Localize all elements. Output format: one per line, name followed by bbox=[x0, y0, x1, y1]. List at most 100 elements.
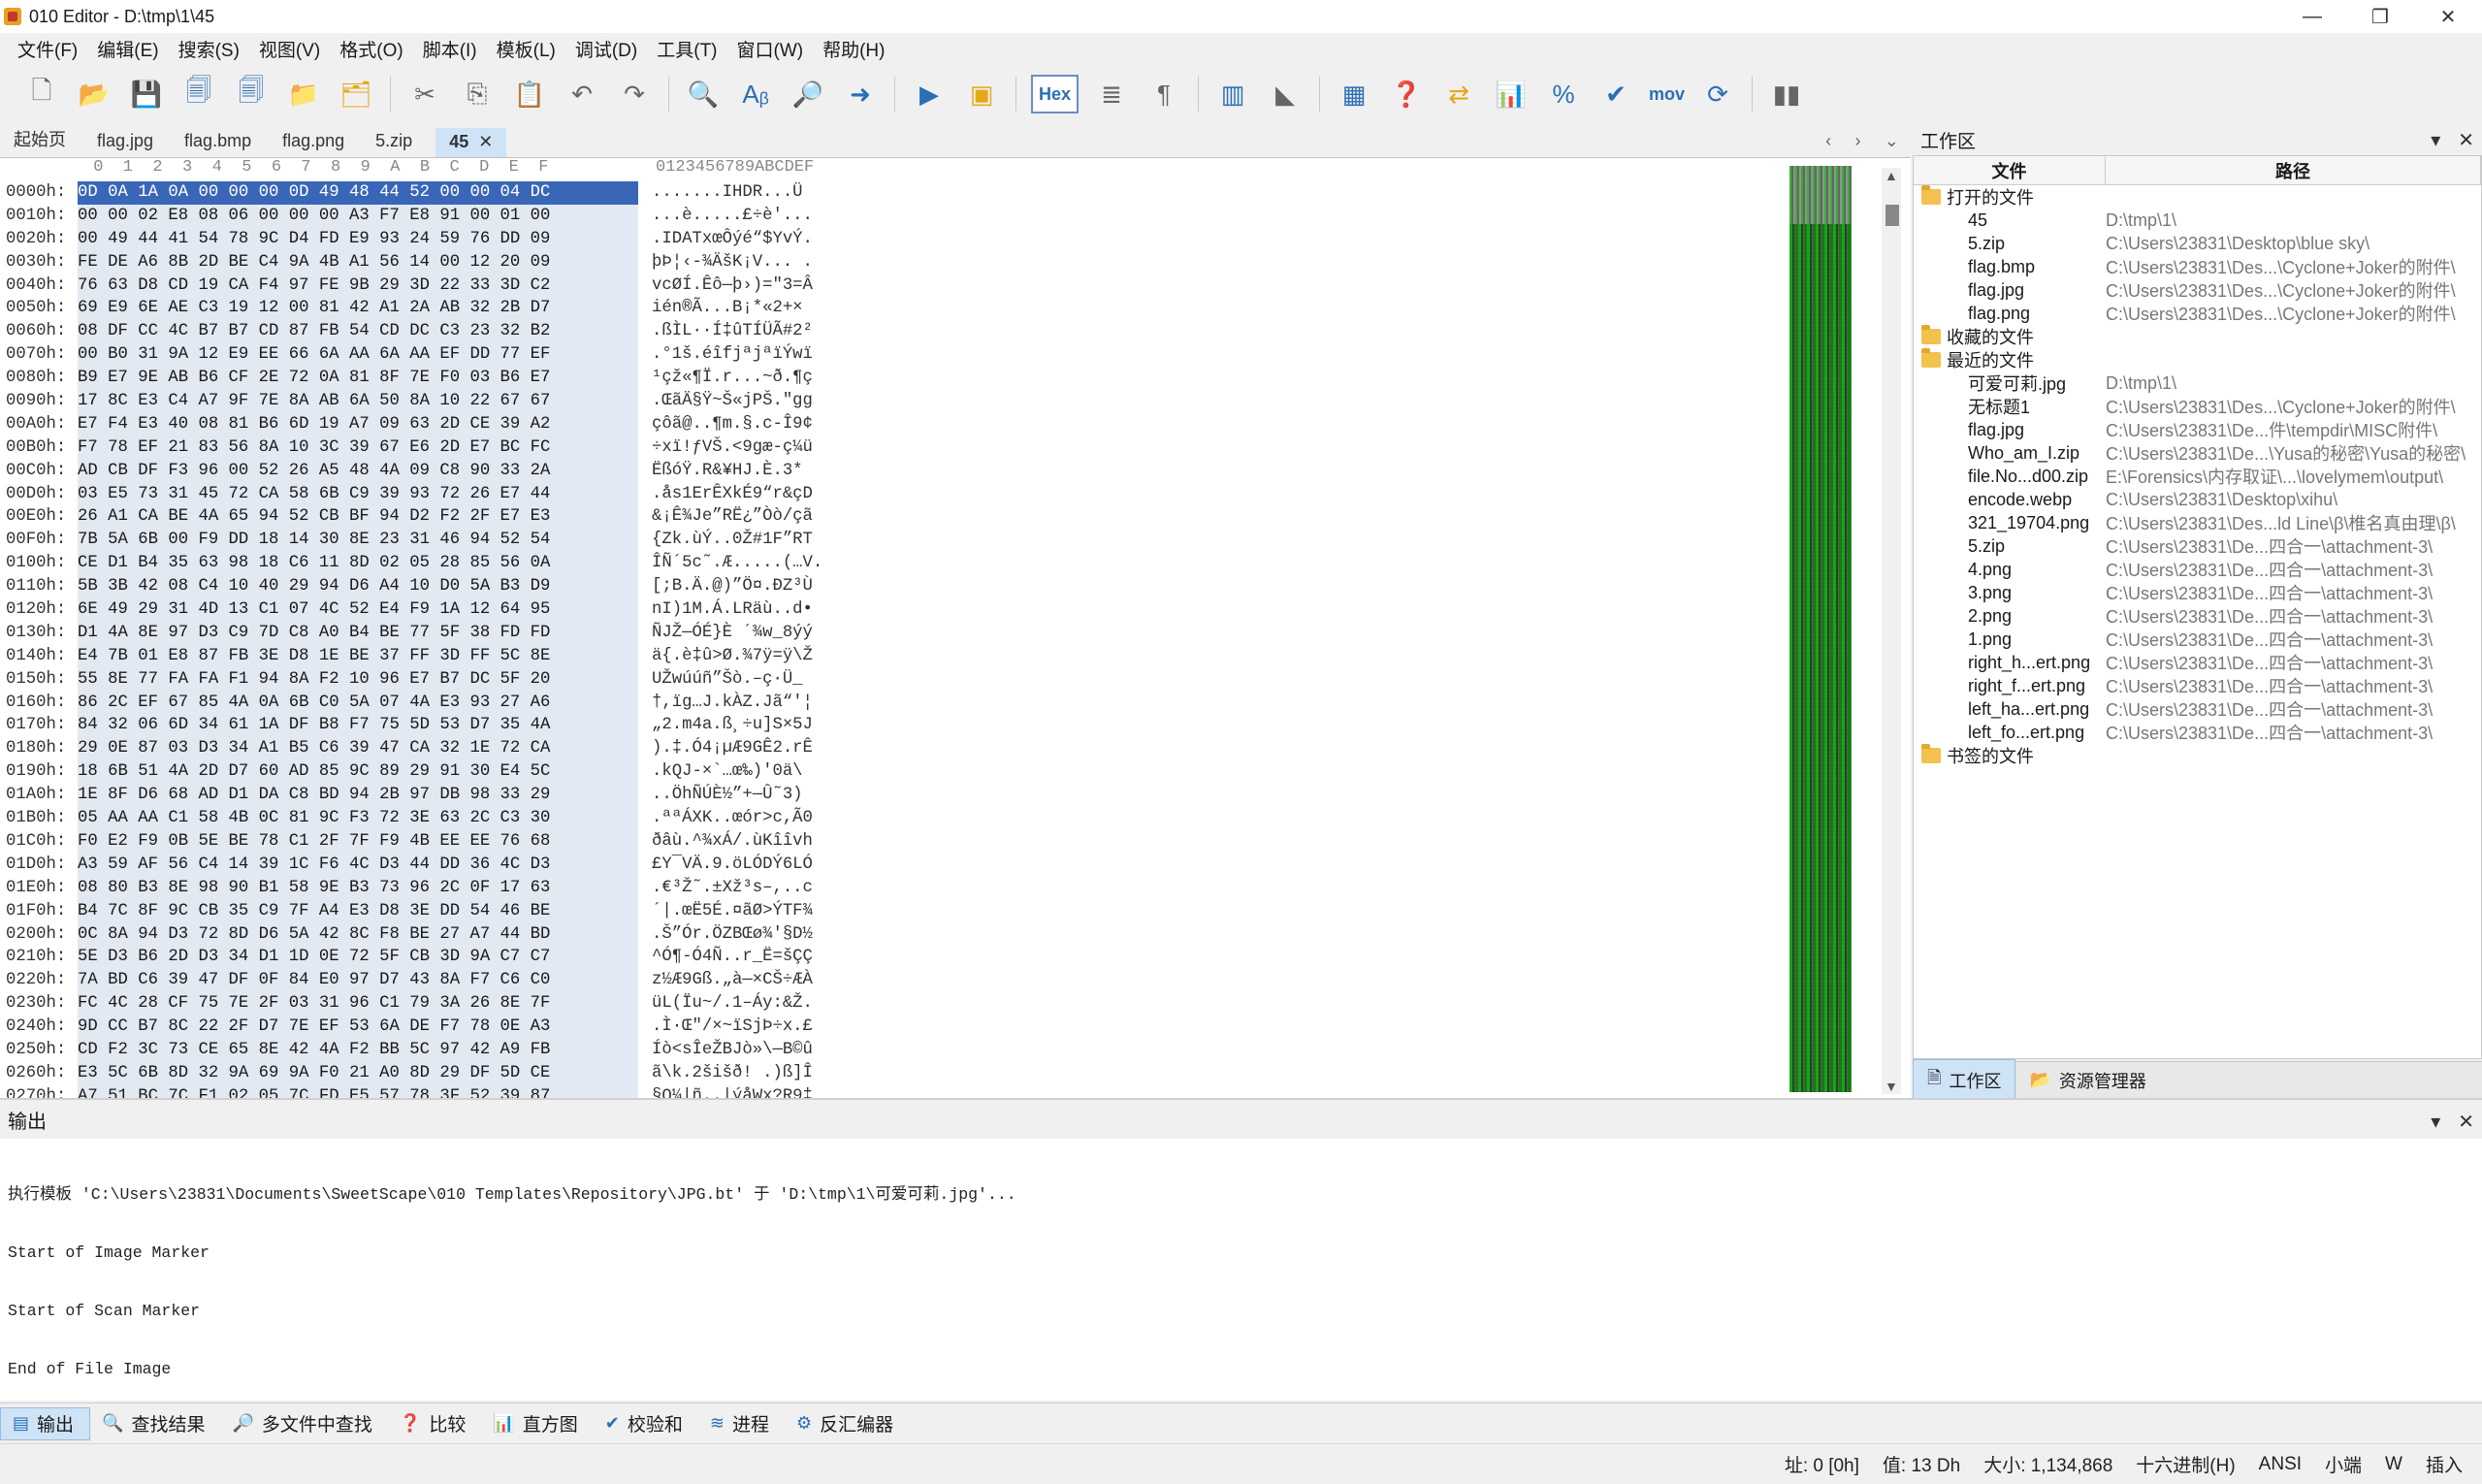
row-ascii[interactable]: ðâù.^¾xÁ/.ùKîîvh bbox=[652, 830, 813, 854]
row-ascii[interactable]: {Zk.ùÝ..0Ž#1F”RT bbox=[652, 529, 813, 552]
open-folder-icon[interactable]: 📂 bbox=[75, 75, 113, 113]
hex-row[interactable]: 0190h: 18 6B 51 4A 2D D7 60 AD 85 9C 89 2… bbox=[0, 760, 1785, 785]
row-hex-bytes[interactable]: 7A BD C6 39 47 DF 0F 84 E0 97 D7 43 8A F… bbox=[78, 969, 638, 993]
pause-icon[interactable]: ▮▮ bbox=[1767, 75, 1806, 113]
hex-row[interactable]: 00A0h: E7 F4 E3 40 08 81 B6 6D 19 A7 09 6… bbox=[0, 412, 1785, 436]
workspace-file-row[interactable]: flag.png C:\Users\23831\Des...\Cyclone+Jo… bbox=[1914, 302, 2481, 325]
column-file[interactable]: 文件 bbox=[1914, 156, 2106, 184]
hex-row[interactable]: 01D0h: A3 59 AF 56 C4 14 39 1C F6 4C D3 4… bbox=[0, 853, 1785, 877]
row-hex-bytes[interactable]: 03 E5 73 31 45 72 CA 58 6B C9 39 93 72 2… bbox=[78, 482, 638, 506]
menu-help[interactable]: 帮助(H) bbox=[815, 36, 896, 62]
hex-row[interactable]: 0010h: 00 00 02 E8 08 06 00 00 00 A3 F7 E… bbox=[0, 204, 1785, 228]
row-ascii[interactable]: £Y¯VÄ.9.öLÓDÝ6LÓ bbox=[652, 854, 813, 877]
hex-row[interactable]: 0070h: 00 B0 31 9A 12 E9 EE 66 6A AA 6A A… bbox=[0, 343, 1785, 368]
menu-search[interactable]: 搜索(S) bbox=[171, 36, 251, 62]
row-hex-bytes[interactable]: 00 49 44 41 54 78 9C D4 FD E9 93 24 59 7… bbox=[78, 227, 638, 251]
hex-row[interactable]: 0150h: 55 8E 77 FA FA F1 94 8A F2 10 96 E… bbox=[0, 667, 1785, 692]
hex-row[interactable]: 0080h: B9 E7 9E AB B6 CF 2E 72 0A 81 8F 7… bbox=[0, 367, 1785, 391]
minimize-button[interactable]: — bbox=[2278, 0, 2346, 33]
row-ascii[interactable]: .ªªÁXK..œór>c,Ã0 bbox=[652, 807, 813, 830]
menu-view[interactable]: 视图(V) bbox=[251, 36, 332, 62]
tab-disassembler[interactable]: ⚙ 反汇编器 bbox=[785, 1407, 909, 1440]
row-ascii[interactable]: ÑJŽ—ÓÉ}È ´¾w_8ýý bbox=[652, 622, 813, 645]
tab-workspace[interactable]: 🗎 工作区 bbox=[1913, 1058, 2016, 1102]
row-ascii[interactable]: ..Öh­ÑÚÈ½”+—Û˜3) bbox=[652, 784, 803, 807]
tab-next-icon[interactable]: › bbox=[1854, 131, 1860, 151]
scroll-down-icon[interactable]: ▼ bbox=[1885, 1079, 1898, 1094]
row-hex-bytes[interactable]: 00 B0 31 9A 12 E9 EE 66 6A AA 6A AA EF D… bbox=[78, 343, 638, 368]
tab-output[interactable]: ▤ 输出 bbox=[0, 1406, 91, 1440]
hex-row[interactable]: 0000h: 0D 0A 1A 0A 00 00 00 0D 49 48 44 5… bbox=[0, 181, 1785, 205]
row-hex-bytes[interactable]: E4 7B 01 E8 87 FB 3E D8 1E BE 37 FF 3D F… bbox=[78, 644, 638, 668]
row-ascii[interactable]: ÷xï!ƒVŠ.<9gæ-ç¼ü bbox=[652, 436, 813, 460]
output-close-icon[interactable]: ✕ bbox=[2458, 1110, 2474, 1134]
tab-flag-jpg[interactable]: flag.jpg bbox=[83, 131, 171, 157]
row-hex-bytes[interactable]: E3 5C 6B 8D 32 9A 69 9A F0 21 A0 8D 29 D… bbox=[78, 1061, 638, 1085]
workspace-file-row[interactable]: 5.zip C:\Users\23831\De...四合一\attachment-… bbox=[1914, 534, 2481, 558]
row-hex-bytes[interactable]: 17 8C E3 C4 A7 9F 7E 8A AB 6A 50 8A 10 2… bbox=[78, 390, 638, 413]
hex-row[interactable]: 0200h: 0C 8A 94 D3 72 8D D6 5A 42 8C F8 B… bbox=[0, 922, 1785, 947]
panel-menu-icon[interactable]: ▾ bbox=[2431, 128, 2440, 152]
status-mode[interactable]: 十六进制(H) bbox=[2136, 1451, 2235, 1477]
row-ascii[interactable]: ...è.....£÷è'... bbox=[652, 205, 813, 228]
row-ascii[interactable]: ).‡.Ó4¡µÆ9GÊ2.rÊ bbox=[652, 737, 813, 760]
tab-checksum[interactable]: ✔ 校验和 bbox=[594, 1407, 698, 1440]
row-hex-bytes[interactable]: 55 8E 77 FA FA F1 94 8A F2 10 96 E7 B7 D… bbox=[78, 667, 638, 692]
row-ascii[interactable]: .kQJ-×`­…œ‰)'0ä\ bbox=[652, 760, 803, 784]
tab-flag-bmp[interactable]: flag.bmp bbox=[171, 131, 269, 157]
mov-button[interactable]: mov bbox=[1649, 75, 1685, 113]
tab-list-icon[interactable]: ⌄ bbox=[1885, 131, 1899, 151]
workspace-file-row[interactable]: Who_am_I.zip C:\Users\23831\De...\Yusa的秘密… bbox=[1914, 441, 2481, 465]
hex-row[interactable]: 0130h: D1 4A 8E 97 D3 C9 7D C8 A0 B4 BE 7… bbox=[0, 621, 1785, 645]
hex-row[interactable]: 00E0h: 26 A1 CA BE 4A 65 94 52 CB BF 94 D… bbox=[0, 505, 1785, 530]
menu-script[interactable]: 脚本(I) bbox=[415, 36, 489, 62]
output-text[interactable]: 执行模板 'C:\Users\23831\Documents\SweetScap… bbox=[0, 1139, 2482, 1426]
hex-row[interactable]: 00D0h: 03 E5 73 31 45 72 CA 58 6B C9 39 9… bbox=[0, 482, 1785, 506]
text-format-icon[interactable]: ≣ bbox=[1092, 75, 1131, 113]
row-hex-bytes[interactable]: 00 00 02 E8 08 06 00 00 00 A3 F7 E8 91 0… bbox=[78, 204, 638, 228]
tab-find-results[interactable]: 🔍 查找结果 bbox=[90, 1407, 220, 1440]
hex-row[interactable]: 0220h: 7A BD C6 39 47 DF 0F 84 E0 97 D7 4… bbox=[0, 969, 1785, 993]
row-ascii[interactable]: &¡Ê¾Je”RË¿”Òò/çã bbox=[652, 505, 813, 529]
scrollbar-thumb[interactable] bbox=[1886, 205, 1899, 226]
file-overview-map[interactable] bbox=[1789, 166, 1852, 1092]
pilcrow-icon[interactable]: ¶ bbox=[1144, 75, 1183, 113]
row-ascii[interactable]: ­ËßóŸ.R&¥HJ.È.3* bbox=[652, 460, 803, 483]
row-hex-bytes[interactable]: 0C 8A 94 D3 72 8D D6 5A 42 8C F8 BE 27 A… bbox=[78, 922, 638, 947]
workspace-file-row[interactable]: left_ha...ert.png C:\Users\23831\De...四合一… bbox=[1914, 697, 2481, 721]
workspace-file-row[interactable]: right_h...ert.png C:\Users\23831\De...四合一… bbox=[1914, 651, 2481, 674]
row-ascii[interactable]: UŽwúúñ”Šò.–ç·Ü_ bbox=[652, 668, 813, 692]
row-ascii[interactable]: .ŒãÄ§Ÿ~Š«jPŠ."gg bbox=[652, 390, 813, 413]
inspector-icon[interactable]: ❓ bbox=[1387, 75, 1426, 113]
row-hex-bytes[interactable]: F0 E2 F9 0B 5E BE 78 C1 2F 7F F9 4B EE E… bbox=[78, 829, 638, 854]
tab-histogram[interactable]: 📊 直方图 bbox=[481, 1407, 593, 1440]
tab-flag-png[interactable]: flag.png bbox=[269, 131, 362, 157]
row-hex-bytes[interactable]: 7B 5A 6B 00 F9 DD 18 14 30 8E 23 31 46 9… bbox=[78, 529, 638, 553]
hex-row[interactable]: 0210h: 5E D3 B6 2D D3 34 D1 1D 0E 72 5F C… bbox=[0, 946, 1785, 970]
run-template-icon[interactable]: ▣ bbox=[962, 75, 1001, 113]
row-ascii[interactable]: çôã@..¶m.§.c-Î9¢ bbox=[652, 413, 813, 436]
hex-row[interactable]: 0090h: 17 8C E3 C4 A7 9F 7E 8A AB 6A 50 8… bbox=[0, 390, 1785, 413]
row-hex-bytes[interactable]: 05 AA AA C1 58 4B 0C 81 9C F3 72 3E 63 2… bbox=[78, 807, 638, 830]
row-hex-bytes[interactable]: B9 E7 9E AB B6 CF 2E 72 0A 81 8F 7E F0 0… bbox=[78, 367, 638, 391]
hex-row[interactable]: 0250h: CD F2 3C 73 CE 65 8E 42 4A F2 BB 5… bbox=[0, 1038, 1785, 1062]
row-ascii[interactable]: z½Æ9Gß.„à—×CŠ÷ÆÀ bbox=[652, 969, 813, 992]
column-path[interactable]: 路径 bbox=[2106, 156, 2481, 184]
workspace-file-row[interactable]: flag.jpg C:\Users\23831\Des...\Cyclone+Jo… bbox=[1914, 278, 2481, 302]
row-ascii[interactable]: ä{.è‡û>Ø.¾7ÿ=ÿ\Ž bbox=[652, 645, 813, 668]
tab-find-in-files[interactable]: 🔎 多文件中查找 bbox=[220, 1407, 387, 1440]
menu-format[interactable]: 格式(O) bbox=[332, 36, 414, 62]
close-window-button[interactable]: ✕ bbox=[2414, 0, 2482, 33]
row-hex-bytes[interactable]: 1E 8F D6 68 AD D1 DA C8 BD 94 2B 97 DB 9… bbox=[78, 784, 638, 808]
row-hex-bytes[interactable]: CE D1 B4 35 63 98 18 C6 11 8D 02 05 28 8… bbox=[78, 552, 638, 576]
menu-edit[interactable]: 编辑(E) bbox=[89, 36, 170, 62]
status-w[interactable]: W bbox=[2385, 1454, 2402, 1475]
hex-row[interactable]: 00B0h: F7 78 EF 21 83 56 8A 10 3C 39 67 E… bbox=[0, 436, 1785, 460]
workspace-file-row[interactable]: 2.png C:\Users\23831\De...四合一\attachment-… bbox=[1914, 604, 2481, 628]
row-ascii[interactable]: .Ì·Œ"/×~ïSjÞ÷x.£ bbox=[652, 1016, 813, 1039]
menu-window[interactable]: 窗口(W) bbox=[729, 36, 816, 62]
row-hex-bytes[interactable]: CD F2 3C 73 CE 65 8E 42 4A F2 BB 5C 97 4… bbox=[78, 1038, 638, 1062]
workspace-file-row[interactable]: 3.png C:\Users\23831\De...四合一\attachment-… bbox=[1914, 581, 2481, 604]
workspace-file-row[interactable]: 5.zip C:\Users\23831\Desktop\blue sky\ bbox=[1914, 232, 2481, 255]
hex-row[interactable]: 01F0h: B4 7C 8F 9C CB 35 C9 7F A4 E3 D8 3… bbox=[0, 899, 1785, 923]
